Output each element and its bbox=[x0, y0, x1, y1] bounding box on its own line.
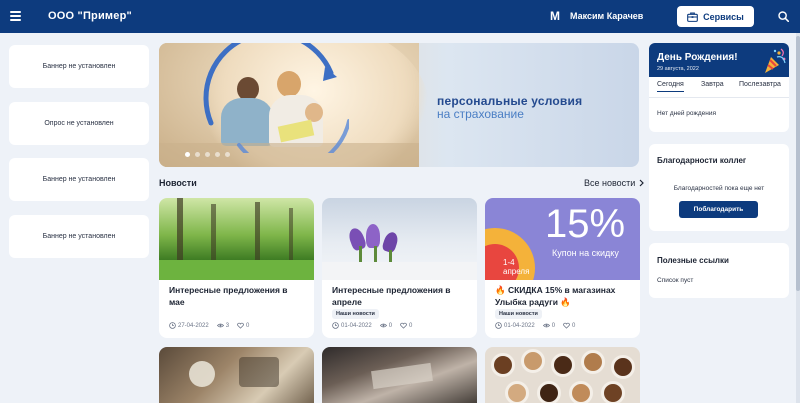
birthday-header: День Рождения! 29 августа, 2022 bbox=[649, 43, 789, 77]
briefcase-icon bbox=[687, 12, 698, 22]
promo-percent: 15% bbox=[545, 202, 626, 246]
hero-subline: на страхование bbox=[437, 107, 524, 121]
news-card[interactable]: 15% Купон на скидку 1-4 апреля 🔥 СКИДКА … bbox=[485, 198, 640, 338]
slider-dot[interactable] bbox=[185, 152, 190, 157]
news-likes: 0 bbox=[246, 322, 250, 329]
news-likes: 0 bbox=[572, 322, 576, 329]
tab-day-after[interactable]: Послезавтра bbox=[739, 81, 781, 88]
search-icon[interactable] bbox=[778, 11, 789, 22]
news-date: 01-04-2022 bbox=[341, 322, 372, 329]
news-title[interactable]: Интересные предложения в апреле bbox=[332, 284, 468, 308]
useful-links-widget: Полезные ссылки Список пуст bbox=[649, 243, 789, 298]
news-image bbox=[322, 198, 477, 280]
party-popper-icon bbox=[765, 48, 786, 73]
news-views: 0 bbox=[388, 322, 393, 329]
news-likes: 0 bbox=[409, 322, 413, 329]
heart-icon[interactable] bbox=[563, 322, 570, 329]
news-date: 01-04-2022 bbox=[504, 322, 535, 329]
news-tag[interactable]: Наши новости bbox=[495, 309, 542, 319]
poll-slot: Опрос не установлен bbox=[9, 102, 149, 145]
heart-icon[interactable] bbox=[237, 322, 244, 329]
news-meta: 01-04-2022 0 0 bbox=[332, 322, 416, 329]
birthday-widget: День Рождения! 29 августа, 2022 Сегодня … bbox=[649, 43, 789, 132]
slider-dots bbox=[185, 152, 230, 157]
all-news-label: Все новости bbox=[584, 178, 636, 188]
news-date: 27-04-2022 bbox=[178, 322, 209, 329]
news-views: 3 bbox=[225, 322, 230, 329]
news-views: 0 bbox=[551, 322, 556, 329]
slider-dot[interactable] bbox=[195, 152, 200, 157]
heart-icon[interactable] bbox=[400, 322, 407, 329]
links-empty: Список пуст bbox=[657, 277, 694, 284]
thanks-title: Благодарности коллег bbox=[657, 156, 747, 165]
scrollbar-thumb[interactable] bbox=[796, 36, 800, 291]
top-bar: ООО "Пример" М Максим Карачев Сервисы bbox=[0, 0, 800, 33]
news-card-image[interactable] bbox=[322, 347, 477, 403]
tab-tomorrow[interactable]: Завтра bbox=[701, 81, 724, 88]
thanks-widget: Благодарности коллег Благодарностей пока… bbox=[649, 144, 789, 231]
tab-today[interactable]: Сегодня bbox=[657, 81, 684, 92]
news-card-image[interactable] bbox=[485, 347, 640, 403]
services-button[interactable]: Сервисы bbox=[677, 6, 754, 27]
thanks-empty: Благодарностей пока еще нет bbox=[673, 185, 765, 192]
hero-headline: персональные условия bbox=[437, 94, 583, 108]
birthday-tabs: Сегодня Завтра Послезавтра bbox=[649, 81, 789, 95]
eye-icon bbox=[379, 323, 387, 328]
banner-slot: Баннер не установлен bbox=[9, 45, 149, 88]
all-news-link[interactable]: Все новости bbox=[584, 178, 645, 188]
banner-slot: Баннер не установлен bbox=[9, 158, 149, 201]
news-card[interactable]: Интересные предложения в апреле Наши нов… bbox=[322, 198, 477, 338]
menu-icon[interactable] bbox=[10, 11, 21, 21]
slider-dot[interactable] bbox=[205, 152, 210, 157]
eye-icon bbox=[542, 323, 550, 328]
services-label: Сервисы bbox=[703, 11, 744, 22]
news-meta: 27-04-2022 3 0 bbox=[169, 322, 253, 329]
slider-dot[interactable] bbox=[225, 152, 230, 157]
banner-slot: Баннер не установлен bbox=[9, 215, 149, 258]
clock-icon bbox=[332, 322, 339, 329]
clock-icon bbox=[495, 322, 502, 329]
tabs-divider bbox=[649, 97, 789, 98]
news-card[interactable]: Интересные предложения в мае 27-04-2022 … bbox=[159, 198, 314, 338]
news-meta: 01-04-2022 0 0 bbox=[495, 322, 579, 329]
hero-banner[interactable]: персональные условия на страхование bbox=[159, 43, 639, 167]
news-title[interactable]: 🔥 СКИДКА 15% в магазинах Улыбка радуги 🔥 bbox=[495, 284, 631, 308]
birthday-date: 29 августа, 2022 bbox=[657, 66, 699, 72]
promo-dates: 1-4 апреля bbox=[503, 258, 530, 276]
links-title: Полезные ссылки bbox=[657, 256, 729, 265]
hero-arc-decoration bbox=[203, 43, 349, 153]
news-image bbox=[159, 198, 314, 280]
chevron-right-icon bbox=[639, 179, 645, 187]
news-image-promo: 15% Купон на скидку 1-4 апреля bbox=[485, 198, 640, 280]
news-card-image[interactable] bbox=[159, 347, 314, 403]
user-avatar[interactable]: М bbox=[550, 9, 560, 23]
birthday-empty: Нет дней рождения bbox=[657, 110, 716, 117]
promo-subtitle: Купон на скидку bbox=[552, 248, 619, 258]
user-name[interactable]: Максим Карачев bbox=[570, 11, 643, 21]
clock-icon bbox=[169, 322, 176, 329]
news-tag[interactable]: Наши новости bbox=[332, 309, 379, 319]
thank-button[interactable]: Поблагодарить bbox=[679, 201, 758, 218]
eye-icon bbox=[216, 323, 224, 328]
company-name[interactable]: ООО "Пример" bbox=[48, 10, 132, 22]
slider-dot[interactable] bbox=[215, 152, 220, 157]
birthday-title: День Рождения! bbox=[657, 52, 738, 63]
news-title[interactable]: Интересные предложения в мае bbox=[169, 284, 305, 308]
news-section-title: Новости bbox=[159, 178, 197, 188]
